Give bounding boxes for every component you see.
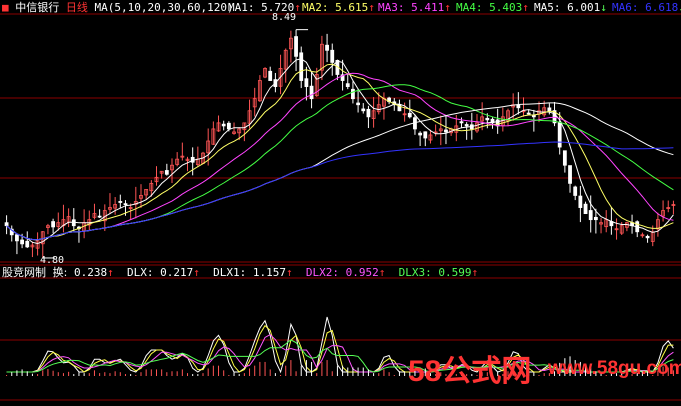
candle-body-108 bbox=[562, 150, 567, 166]
candle-body-56 bbox=[294, 36, 298, 57]
candle-body-113 bbox=[588, 210, 593, 221]
candle-body-70 bbox=[366, 108, 371, 118]
candle-body-58 bbox=[304, 78, 309, 87]
candle-body-80 bbox=[418, 132, 423, 136]
chart-canvas[interactable] bbox=[0, 0, 681, 406]
candle-body-43 bbox=[226, 122, 231, 130]
candle-body-9 bbox=[51, 221, 56, 228]
candle-body-0 bbox=[4, 222, 9, 227]
candle-body-68 bbox=[356, 102, 360, 106]
candle-body-110 bbox=[573, 186, 578, 196]
candle-body-69 bbox=[361, 108, 366, 112]
candle-body-85 bbox=[444, 129, 448, 133]
candle-body-2 bbox=[15, 234, 19, 242]
candle-body-51 bbox=[268, 70, 273, 81]
high-price-label: 8.49 bbox=[272, 12, 297, 23]
candle-body-81 bbox=[423, 131, 428, 139]
candle-body-23 bbox=[123, 203, 128, 206]
ind-item-4: DLX2: 0.952↑ bbox=[305, 266, 386, 279]
ma2-readout: MA2: 5.615↑ bbox=[302, 1, 375, 14]
candle-body-18 bbox=[97, 215, 102, 218]
stock-icon: ■ bbox=[2, 1, 9, 14]
candle-body-114 bbox=[593, 216, 598, 221]
candle-body-112 bbox=[583, 203, 588, 215]
indicator-header: 股竞网制 换: 0.238↑, DLX: 0.217↑, DLX1: 1.157… bbox=[2, 266, 479, 279]
candle-body-88 bbox=[459, 121, 464, 124]
candle-body-93 bbox=[485, 117, 490, 121]
period-label: 日线 bbox=[65, 1, 88, 14]
candle-body-22 bbox=[118, 201, 123, 203]
candle-body-59 bbox=[309, 85, 314, 100]
ma-params: MA(5,10,20,30,60,120) bbox=[94, 1, 234, 14]
watermark-brand: 58公式网 bbox=[408, 354, 532, 389]
watermark-url: www.58gu.com bbox=[548, 358, 681, 379]
ind-item-2: DLX: 0.217↑ bbox=[126, 266, 200, 279]
ma4-readout: MA4: 5.403↑ bbox=[456, 1, 529, 14]
candle-body-107 bbox=[557, 121, 562, 148]
ind-item-1: 换: 0.238↑ bbox=[52, 266, 114, 279]
ma3-readout: MA3: 5.411↑ bbox=[378, 1, 451, 14]
stock-name: 中信银行 bbox=[15, 1, 60, 14]
candle-body-78 bbox=[407, 112, 412, 118]
ind-item-5: DLX3: 0.599↑ bbox=[398, 266, 479, 279]
indicator-name: 股竞网制 bbox=[2, 266, 46, 279]
candle-body-42 bbox=[221, 123, 226, 127]
candle-body-57 bbox=[299, 52, 304, 81]
candle-body-124 bbox=[645, 235, 650, 239]
candle-body-67 bbox=[351, 88, 355, 100]
candle-body-105 bbox=[547, 107, 552, 112]
ma5-readout: MA5: 6.001↓ bbox=[534, 1, 607, 14]
candle-body-109 bbox=[568, 165, 572, 184]
candle-body-3 bbox=[20, 239, 24, 245]
candle-body-63 bbox=[330, 49, 335, 63]
candle-body-4 bbox=[25, 240, 30, 248]
ma6-readout: MA6: 6.618↓ bbox=[612, 1, 681, 14]
candle-body-101 bbox=[526, 112, 531, 115]
candle-body-99 bbox=[516, 104, 521, 109]
ind-item-3: DLX1: 1.157↑ bbox=[213, 266, 293, 279]
candle-body-31 bbox=[164, 170, 169, 175]
candle-body-66 bbox=[345, 83, 350, 87]
candle-body-62 bbox=[325, 44, 329, 51]
candle-body-89 bbox=[464, 124, 469, 127]
main-header: ■ 中信银行 日线 MA(5,10,20,30,60,120) bbox=[2, 1, 234, 14]
candle-body-111 bbox=[578, 195, 583, 208]
chart-root[interactable]: ■ 中信银行 日线 MA(5,10,20,30,60,120) MA1: 5.7… bbox=[0, 0, 681, 406]
